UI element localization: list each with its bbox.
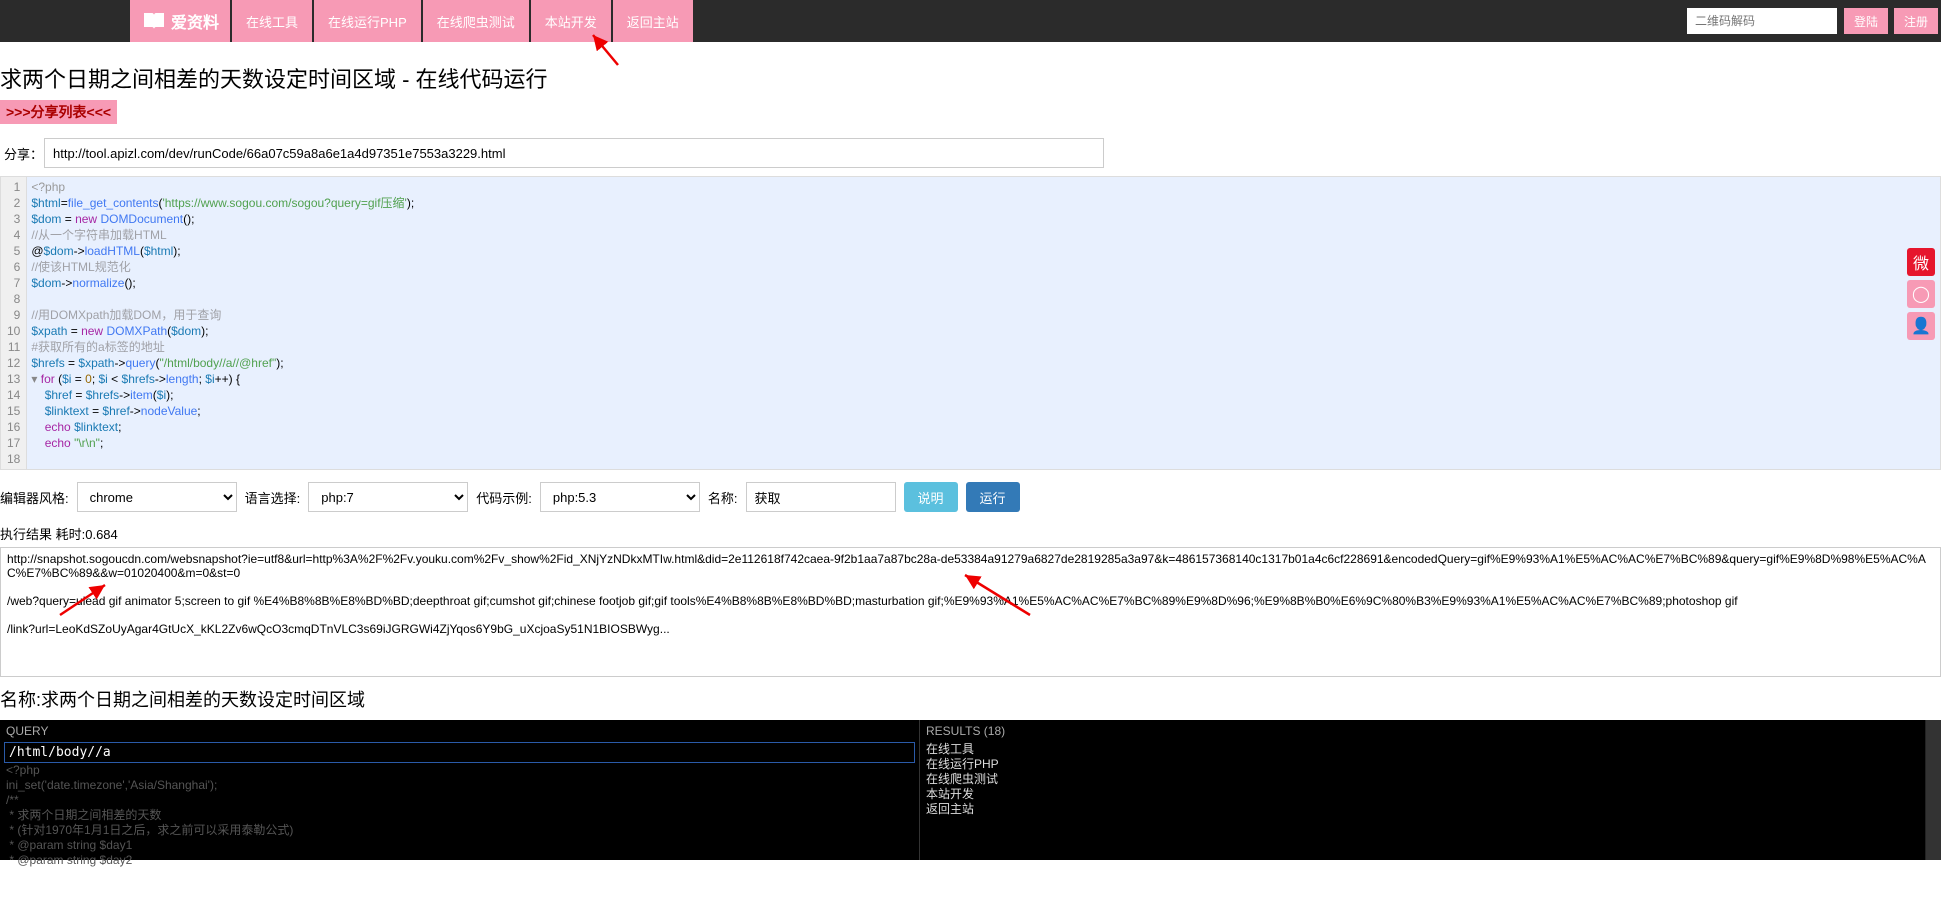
query-header: QUERY [0, 720, 919, 742]
service-icon[interactable]: 👤 [1907, 312, 1935, 340]
side-icons: 微 ◯ 👤 [1907, 248, 1935, 344]
result-item[interactable]: 本站开发 [920, 787, 1941, 802]
share-row: 分享： [0, 138, 1941, 168]
book-icon [141, 11, 167, 31]
result-name-line: 名称:求两个日期之间相差的天数设定时间区域 [0, 686, 1941, 712]
example-label: 代码示例: [476, 488, 532, 507]
content: 求两个日期之间相差的天数设定时间区域 - 在线代码运行 >>>分享列表<<< 分… [0, 42, 1941, 860]
share-label: 分享： [0, 144, 44, 163]
query-input[interactable] [4, 742, 915, 763]
result-item[interactable]: 在线工具 [920, 742, 1941, 757]
nav-run-php[interactable]: 在线运行PHP [314, 0, 421, 42]
nav-online-tools[interactable]: 在线工具 [232, 0, 312, 42]
result-item[interactable]: 在线爬虫测试 [920, 772, 1941, 787]
share-list-link[interactable]: >>>分享列表<<< [0, 100, 117, 124]
background-code: <?phpini_set('date.timezone','Asia/Shang… [0, 763, 919, 868]
result-item[interactable]: 返回主站 [920, 802, 1941, 817]
editor-style-label: 编辑器风格: [0, 488, 69, 507]
panel-scrollbar[interactable] [1925, 720, 1941, 860]
lang-select[interactable]: php:7 [308, 482, 468, 512]
example-select[interactable]: php:5.3 [540, 482, 700, 512]
result-item[interactable]: 在线运行PHP [920, 757, 1941, 772]
nav-back-home[interactable]: 返回主站 [613, 0, 693, 42]
logo-text: 爱资料 [171, 9, 219, 33]
editor-style-select[interactable]: chrome [77, 482, 237, 512]
name-label: 名称: [708, 488, 738, 507]
results-header: RESULTS (18) [920, 720, 1941, 742]
github-icon[interactable]: ◯ [1907, 280, 1935, 308]
editor-code[interactable]: <?php$html=file_get_contents('https://ww… [27, 177, 1940, 469]
explain-button[interactable]: 说明 [904, 482, 958, 512]
result-label: 执行结果 耗时:0.684 [0, 524, 1941, 543]
logo[interactable]: 爱资料 [130, 0, 230, 42]
nav-crawler-test[interactable]: 在线爬虫测试 [423, 0, 529, 42]
lang-label: 语言选择: [245, 488, 301, 507]
results-pane: RESULTS (18) 在线工具在线运行PHP在线爬虫测试本站开发返回主站 [920, 720, 1941, 860]
code-editor[interactable]: 123456789101112131415161718 <?php$html=f… [0, 176, 1941, 470]
page-title: 求两个日期之间相差的天数设定时间区域 - 在线代码运行 [0, 52, 1941, 100]
xpath-panel: QUERY <?phpini_set('date.timezone','Asia… [0, 720, 1941, 860]
query-pane: QUERY <?phpini_set('date.timezone','Asia… [0, 720, 920, 860]
register-button[interactable]: 注册 [1894, 8, 1938, 34]
result-output[interactable]: http://snapshot.sogoucdn.com/websnapshot… [0, 547, 1941, 677]
toolbar: 编辑器风格: chrome 语言选择: php:7 代码示例: php:5.3 … [0, 482, 1941, 512]
search-input[interactable] [1687, 8, 1837, 34]
share-url-input[interactable] [44, 138, 1104, 168]
topbar: 爱资料 在线工具 在线运行PHP 在线爬虫测试 本站开发 返回主站 登陆 注册 [0, 0, 1941, 42]
name-input[interactable] [746, 482, 896, 512]
weibo-icon[interactable]: 微 [1907, 248, 1935, 276]
editor-gutter: 123456789101112131415161718 [1, 177, 27, 469]
login-button[interactable]: 登陆 [1844, 8, 1888, 34]
nav-site-dev[interactable]: 本站开发 [531, 0, 611, 42]
run-button[interactable]: 运行 [966, 482, 1020, 512]
